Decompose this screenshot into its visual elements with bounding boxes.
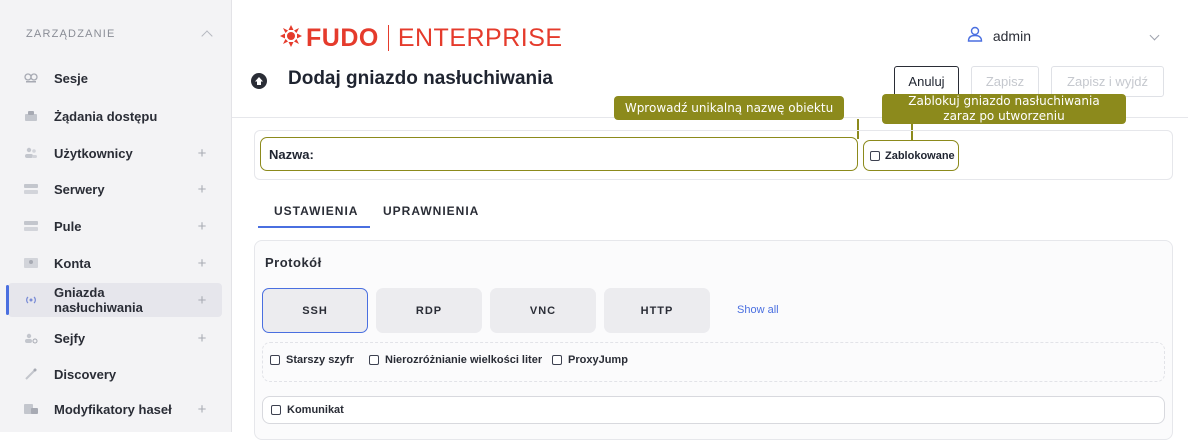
back-arrow-icon[interactable] [250,72,268,95]
save-and-exit-button[interactable]: Zapisz i wyjdź [1051,66,1164,97]
expand-plus-icon[interactable]: + [194,255,210,272]
fudo-logo[interactable]: FUDO ENTERPRISE [280,23,563,53]
users-icon [24,147,38,159]
tab-settings[interactable]: USTAWIENIA [274,204,358,218]
sidebar-item-password-changers[interactable]: Modyfikatory haseł + [8,392,222,426]
sidebar-item-label: Gniazda nasłuchiwania [54,285,143,315]
message-option[interactable]: Komunikat [262,396,1165,424]
top-bar: FUDO ENTERPRISE admin [232,10,1188,56]
tooltip-locked-line2: zaraz po utworzeniu [943,109,1065,123]
locked-label: Zablokowane [885,149,955,162]
active-tab-indicator [258,226,370,228]
tooltip-locked: Zablokuj gniazdo nasłuchiwania zaraz po … [882,94,1126,124]
tooltip-name: Wprowadź unikalną nazwę obiektu [614,96,844,120]
sidebar-item-label: Serwery [54,181,105,197]
sidebar-item-safes[interactable]: Sejfy + [8,321,222,355]
case-insensitive-checkbox[interactable] [369,355,379,365]
expand-plus-icon[interactable]: + [194,145,210,162]
collapse-chevron-icon[interactable] [201,30,213,42]
user-icon [967,26,983,45]
sidebar-item-pools[interactable]: Pule + [8,209,222,243]
servers-icon [24,183,38,195]
sessions-icon [24,72,38,84]
sidebar-item-accounts[interactable]: Konta + [8,246,222,280]
legacy-cipher-checkbox[interactable] [270,355,280,365]
expand-plus-icon[interactable]: + [194,330,210,347]
protocol-rdp-button[interactable]: RDP [376,288,482,333]
access-requests-icon [24,110,38,122]
sidebar-item-sessions[interactable]: Sesje [8,61,222,95]
chevron-down-icon[interactable] [1149,30,1160,41]
proxyjump-label: ProxyJump [568,354,628,366]
save-button[interactable]: Zapisz [971,66,1039,97]
sidebar-item-label: Sejfy [54,330,86,346]
proxyjump-checkbox[interactable] [552,355,562,365]
accounts-icon [24,257,38,269]
legacy-cipher-label: Starszy szyfr [286,354,354,366]
message-label: Komunikat [287,404,344,416]
page-title: Dodaj gniazdo nasłuchiwania [288,68,553,89]
user-menu[interactable]: admin [967,26,1160,45]
sidebar-item-label: Żądania dostępu [54,108,158,124]
sidebar-item-label: Konta [54,255,91,271]
name-field[interactable]: Nazwa: [260,137,858,171]
logo-text-fudo: FUDO [306,23,379,52]
sidebar-item-label: Modyfikatory haseł [54,401,172,417]
logo-text-enterprise: ENTERPRISE [397,23,563,52]
tooltip-locked-line1: Zablokuj gniazdo nasłuchiwania [908,94,1100,108]
expand-plus-icon[interactable]: + [194,292,210,309]
sidebar-item-label: Discovery [54,366,117,382]
logo-divider [387,25,389,51]
password-changers-icon [24,403,38,415]
expand-plus-icon[interactable]: + [194,218,210,235]
fudo-logo-icon [280,24,302,52]
sidebar-item-label: Użytkownicy [54,145,133,161]
tab-permissions[interactable]: UPRAWNIENIA [383,204,479,218]
expand-plus-icon[interactable]: + [194,181,210,198]
name-label: Nazwa: [269,146,314,162]
sidebar-item-discovery[interactable]: Discovery [8,357,222,391]
sidebar-title: ZARZĄDZANIE [26,28,116,40]
listeners-icon [24,294,38,306]
sidebar-item-servers[interactable]: Serwery + [8,172,222,206]
safes-icon [24,332,38,344]
case-insensitive-option[interactable]: Nierozróżnianie wielkości liter [369,354,542,366]
sidebar-item-label: Sesje [54,70,88,86]
legacy-cipher-option[interactable]: Starszy szyfr [270,354,354,366]
sidebar: ZARZĄDZANIE Sesje Żądania dostępu Użytko… [0,0,232,432]
proxyjump-option[interactable]: ProxyJump [552,354,628,366]
protocol-ssh-button[interactable]: SSH [262,288,368,333]
sidebar-item-users[interactable]: Użytkownicy + [8,136,222,170]
sidebar-item-label: Pule [54,218,82,234]
pools-icon [24,220,38,232]
show-all-link[interactable]: Show all [737,304,779,316]
protocol-heading: Protokół [265,255,322,270]
locked-checkbox-field[interactable]: Zablokowane [863,140,959,171]
sidebar-item-listeners[interactable]: Gniazda nasłuchiwania + [6,283,222,317]
locked-checkbox[interactable] [870,150,880,161]
protocol-vnc-button[interactable]: VNC [490,288,596,333]
expand-plus-icon[interactable]: + [194,401,210,418]
message-checkbox[interactable] [271,405,281,415]
sidebar-header: ZARZĄDZANIE [26,26,217,42]
sidebar-item-access-requests[interactable]: Żądania dostępu [8,99,222,133]
discovery-icon [24,368,38,380]
cancel-button[interactable]: Anuluj [894,66,959,97]
user-name: admin [992,27,1031,44]
name-input[interactable] [319,139,851,169]
protocol-http-button[interactable]: HTTP [604,288,710,333]
case-insensitive-label: Nierozróżnianie wielkości liter [385,354,543,366]
